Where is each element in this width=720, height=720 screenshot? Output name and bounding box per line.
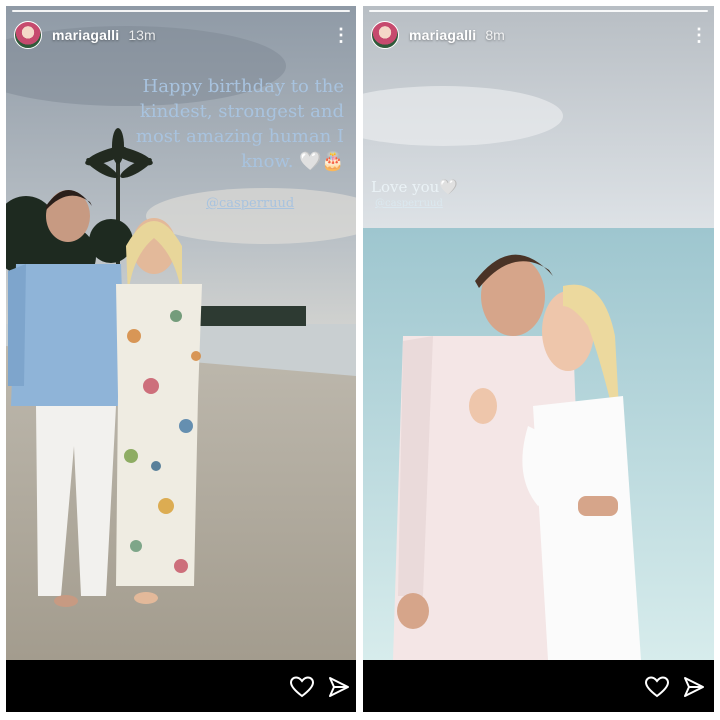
story-panel-left[interactable]: mariagalli 13m ⋮ Happy birthday to the k…	[6, 6, 356, 712]
story-progress-bar	[369, 10, 708, 12]
story-photo-embrace	[363, 6, 714, 660]
more-options-icon[interactable]: ⋮	[690, 26, 708, 44]
heart-icon[interactable]	[645, 676, 669, 698]
send-icon[interactable]	[683, 676, 705, 698]
post-time: 8m	[485, 27, 505, 43]
user-mention[interactable]: @casperruud	[375, 198, 443, 209]
story-footer	[6, 660, 356, 712]
story-caption: Happy birthday to the kindest, strongest…	[135, 76, 344, 172]
story-progress-bar	[12, 10, 350, 12]
story-footer	[363, 660, 714, 712]
story-header: mariagalli 8m ⋮	[371, 20, 708, 50]
story-header: mariagalli 13m ⋮	[14, 20, 350, 50]
send-icon[interactable]	[328, 676, 350, 698]
heart-icon[interactable]	[290, 676, 314, 698]
username[interactable]: mariagalli	[409, 27, 476, 43]
user-avatar[interactable]	[371, 21, 399, 49]
story-panel-right[interactable]: mariagalli 8m ⋮ Love you🤍 @casperruud	[363, 6, 714, 712]
user-mention[interactable]: @casperruud	[206, 196, 294, 211]
user-avatar[interactable]	[14, 21, 42, 49]
post-time: 13m	[128, 27, 156, 43]
username[interactable]: mariagalli	[52, 27, 119, 43]
story-caption: Love you🤍	[371, 178, 458, 196]
more-options-icon[interactable]: ⋮	[332, 26, 350, 44]
